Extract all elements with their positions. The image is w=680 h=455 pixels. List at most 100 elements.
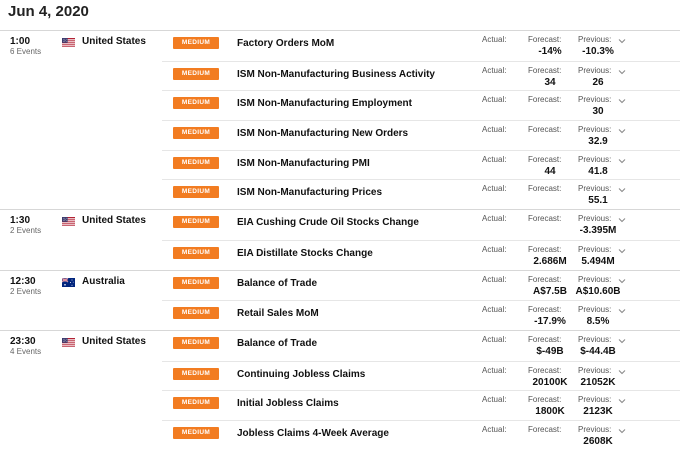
actual-label: Actual: xyxy=(482,125,507,135)
impact-badge: MEDIUM xyxy=(173,186,219,199)
event-row[interactable]: MEDIUM Factory Orders MoM Actual: Forecast:… xyxy=(162,31,680,61)
event-group: 23:30 4 Events United States MEDIUM Balance … xyxy=(0,329,680,450)
group-country: Australia xyxy=(82,275,125,287)
impact-badge: MEDIUM xyxy=(173,156,219,169)
event-name[interactable]: ISM Non-Manufacturing Prices xyxy=(237,187,382,198)
group-country: United States xyxy=(82,335,146,347)
actual-label: Actual: xyxy=(482,184,507,194)
actual-label: Actual: xyxy=(482,214,507,224)
event-name[interactable]: EIA Distillate Stocks Change xyxy=(237,248,373,259)
actual-label: Actual: xyxy=(482,95,507,105)
event-row[interactable]: MEDIUM Balance of Trade Actual: Forecast: A$… xyxy=(162,271,680,301)
impact-badge: MEDIUM xyxy=(173,307,219,320)
event-name[interactable]: ISM Non-Manufacturing New Orders xyxy=(237,128,408,139)
actual-label: Actual: xyxy=(482,244,507,254)
event-group: 1:30 2 Events United States MEDIUM EIA Cushi… xyxy=(0,209,680,269)
event-row[interactable]: MEDIUM ISM Non-Manufacturing Prices Actual… xyxy=(162,179,680,209)
chevron-down-icon[interactable] xyxy=(618,307,626,315)
forecast-value: 44 xyxy=(544,165,556,177)
event-name[interactable]: Retail Sales MoM xyxy=(237,308,319,319)
actual-label: Actual: xyxy=(482,65,507,75)
forecast-label: Forecast: xyxy=(528,305,562,315)
event-row[interactable]: MEDIUM EIA Distillate Stocks Change Actual… xyxy=(162,239,680,270)
australia-flag-icon xyxy=(62,278,75,287)
event-name[interactable]: Factory Orders MoM xyxy=(237,38,334,49)
event-name[interactable]: ISM Non-Manufacturing PMI xyxy=(237,158,370,169)
event-row[interactable]: MEDIUM ISM Non-Manufacturing Employment Ac… xyxy=(162,90,680,120)
chevron-down-icon[interactable] xyxy=(618,368,626,376)
forecast-label: Forecast: xyxy=(528,154,562,164)
event-row[interactable]: MEDIUM Retail Sales MoM Actual: Forecast: -1… xyxy=(162,300,680,330)
chevron-down-icon[interactable] xyxy=(618,157,626,165)
forecast-value: -14% xyxy=(538,46,562,57)
forecast-value: 20100K xyxy=(532,376,568,388)
chevron-down-icon[interactable] xyxy=(618,427,626,435)
previous-label: Previous: xyxy=(578,365,612,375)
event-row[interactable]: MEDIUM Continuing Jobless Claims Actual: Fo… xyxy=(162,360,680,391)
group-time: 1:30 xyxy=(10,215,31,227)
previous-label: Previous: xyxy=(578,274,612,284)
previous-value: 41.8 xyxy=(588,165,608,177)
chevron-down-icon[interactable] xyxy=(618,397,626,405)
previous-value: 8.5% xyxy=(586,316,610,328)
group-time: 23:30 xyxy=(10,335,36,347)
previous-value: 5.494M xyxy=(581,255,615,267)
actual-label: Actual: xyxy=(482,334,507,344)
event-name[interactable]: Initial Jobless Claims xyxy=(237,398,339,409)
chevron-down-icon[interactable] xyxy=(618,337,626,345)
event-name[interactable]: ISM Non-Manufacturing Employment xyxy=(237,98,412,109)
chevron-down-icon[interactable] xyxy=(618,216,626,224)
previous-value: 30 xyxy=(592,106,604,118)
impact-badge: MEDIUM xyxy=(173,367,219,380)
event-name[interactable]: Balance of Trade xyxy=(237,278,317,289)
us-flag-icon xyxy=(62,217,75,226)
event-name[interactable]: EIA Cushing Crude Oil Stocks Change xyxy=(237,217,419,228)
chevron-down-icon[interactable] xyxy=(618,97,626,105)
event-group: 1:00 6 Events United States MEDIUM Factory O… xyxy=(0,30,680,209)
chevron-down-icon[interactable] xyxy=(618,127,626,135)
previous-label: Previous: xyxy=(578,244,612,254)
previous-value: -3.395M xyxy=(579,225,617,237)
impact-badge: MEDIUM xyxy=(173,97,219,110)
event-group: 12:30 2 Events Australia MEDIUM Balance of T… xyxy=(0,269,680,330)
actual-label: Actual: xyxy=(482,35,507,44)
actual-label: Actual: xyxy=(482,365,507,375)
event-row[interactable]: MEDIUM ISM Non-Manufacturing PMI Actual: Fo… xyxy=(162,149,680,180)
impact-badge: MEDIUM xyxy=(173,37,219,49)
actual-label: Actual: xyxy=(482,305,507,315)
forecast-label: Forecast: xyxy=(528,214,562,224)
event-row[interactable]: MEDIUM Balance of Trade Actual: Forecast: $-… xyxy=(162,331,680,361)
previous-label: Previous: xyxy=(578,305,612,315)
group-event-count: 2 Events xyxy=(10,226,42,236)
actual-label: Actual: xyxy=(482,274,507,284)
event-row[interactable]: MEDIUM Jobless Claims 4-Week Average Actua… xyxy=(162,419,680,450)
group-event-count: 4 Events xyxy=(10,346,42,356)
event-row[interactable]: MEDIUM ISM Non-Manufacturing Business Act… xyxy=(162,60,680,91)
forecast-value: 34 xyxy=(544,76,556,88)
us-flag-icon xyxy=(62,38,75,47)
chevron-down-icon[interactable] xyxy=(618,186,626,194)
date-header: Jun 4, 2020 xyxy=(8,3,89,20)
forecast-value: $-49B xyxy=(536,345,564,357)
forecast-label: Forecast: xyxy=(528,395,562,405)
previous-label: Previous: xyxy=(578,65,612,75)
previous-value: A$10.60B xyxy=(575,285,621,297)
group-country: United States xyxy=(82,36,146,47)
event-name[interactable]: Continuing Jobless Claims xyxy=(237,369,365,380)
us-flag-icon xyxy=(62,338,75,347)
event-row[interactable]: MEDIUM EIA Cushing Crude Oil Stocks Chang… xyxy=(162,210,680,240)
chevron-down-icon[interactable] xyxy=(618,277,626,285)
event-row[interactable]: MEDIUM Initial Jobless Claims Actual: Forec… xyxy=(162,390,680,420)
event-name[interactable]: ISM Non-Manufacturing Business Activity xyxy=(237,69,435,80)
event-name[interactable]: Jobless Claims 4-Week Average xyxy=(237,428,389,439)
chevron-down-icon[interactable] xyxy=(618,247,626,255)
forecast-label: Forecast: xyxy=(528,334,562,344)
impact-badge: MEDIUM xyxy=(173,397,219,410)
event-name[interactable]: Balance of Trade xyxy=(237,338,317,349)
chevron-down-icon[interactable] xyxy=(618,37,626,45)
chevron-down-icon[interactable] xyxy=(618,68,626,76)
forecast-value: 1800K xyxy=(535,406,565,418)
event-row[interactable]: MEDIUM ISM Non-Manufacturing New Orders Ac… xyxy=(162,120,680,150)
impact-badge: MEDIUM xyxy=(173,127,219,140)
previous-label: Previous: xyxy=(578,184,612,194)
